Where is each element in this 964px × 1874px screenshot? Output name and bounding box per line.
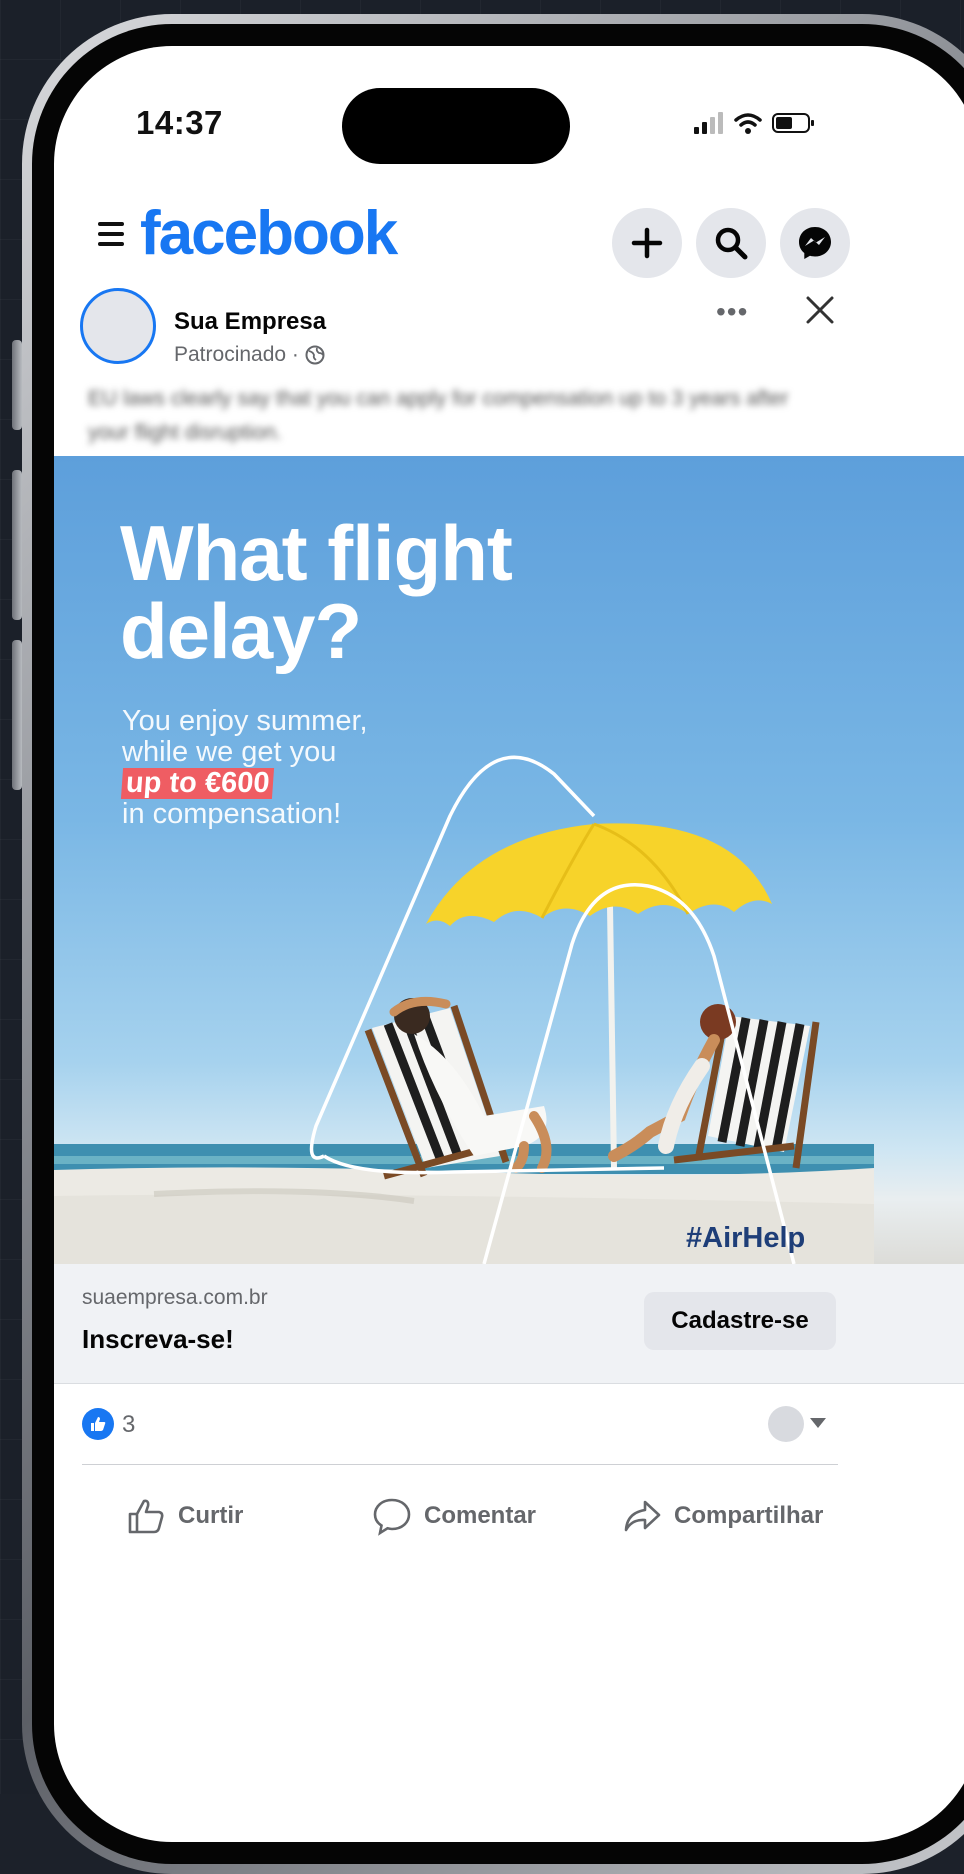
ad-subtext: You enjoy summer, while we get you up to… [122,706,368,830]
ad-hashtag: #AirHelp [686,1222,805,1255]
like-count[interactable]: 3 [122,1411,135,1439]
divider [82,1464,838,1465]
facebook-logo[interactable]: facebook [140,198,396,269]
link-preview-bar[interactable]: suaempresa.com.br Inscreva-se! Cadastre-… [54,1264,964,1384]
status-icons [694,112,816,134]
wifi-icon [734,112,762,134]
ad-image[interactable]: What flight delay? You enjoy summer, whi… [54,456,964,1264]
page-name[interactable]: Sua Empresa [174,308,326,336]
ad-highlight: up to €600 [121,768,275,799]
page-avatar[interactable] [80,288,156,364]
share-label: Compartilhar [674,1502,823,1530]
more-options-icon[interactable]: ••• [716,296,748,328]
globe-icon [305,345,325,365]
battery-icon [772,112,816,134]
sign-up-button[interactable]: Cadastre-se [644,1292,836,1350]
phone-screen: 14:37 [54,46,964,1842]
ad-subtext-line-2: while we get you [122,737,368,768]
post-caption: EU laws clearly say that you can apply f… [88,382,828,450]
comment-icon [372,1496,412,1536]
menu-icon[interactable] [98,222,124,246]
status-bar: 14:37 [54,46,964,166]
chevron-down-icon[interactable] [810,1418,826,1428]
phone-frame: 14:37 [22,14,964,1874]
sponsored-label: Patrocinado · [174,343,299,367]
share-button[interactable]: Compartilhar [622,1496,823,1536]
ad-headline: What flight delay? [120,514,512,670]
messenger-icon [796,224,834,262]
comment-button[interactable]: Comentar [372,1496,536,1536]
close-icon[interactable] [800,290,840,330]
dynamic-island [342,88,570,164]
search-button[interactable] [696,208,766,278]
like-reaction-icon[interactable] [82,1408,114,1440]
status-time: 14:37 [136,104,223,142]
reactions-row: 3 [54,1384,964,1464]
ad-headline-line-2: delay? [120,592,512,670]
phone-bezel: 14:37 [32,24,964,1864]
viewer-avatar[interactable] [768,1406,804,1442]
signal-icon [694,112,724,134]
search-icon [713,225,749,261]
messenger-button[interactable] [780,208,850,278]
ad-subtext-line-3: in compensation! [122,799,368,830]
add-icon [630,226,664,260]
share-icon [622,1496,662,1536]
like-label: Curtir [178,1502,243,1530]
post-actions: Curtir Comentar Compartilhar [54,1474,964,1574]
mute-switch [12,340,22,430]
link-headline: Inscreva-se! [82,1324,234,1355]
ad-subtext-line-1: You enjoy summer, [122,706,368,737]
like-button[interactable]: Curtir [126,1496,243,1536]
right-deck-chair [614,1004,816,1168]
volume-down-button [12,640,22,790]
link-domain: suaempresa.com.br [82,1286,268,1310]
comment-label: Comentar [424,1502,536,1530]
ad-headline-line-1: What flight [120,514,512,592]
create-button[interactable] [612,208,682,278]
volume-up-button [12,470,22,620]
sponsored-row: Patrocinado · [174,343,325,367]
facebook-header: facebook [54,186,964,276]
thumbs-up-icon [126,1496,166,1536]
